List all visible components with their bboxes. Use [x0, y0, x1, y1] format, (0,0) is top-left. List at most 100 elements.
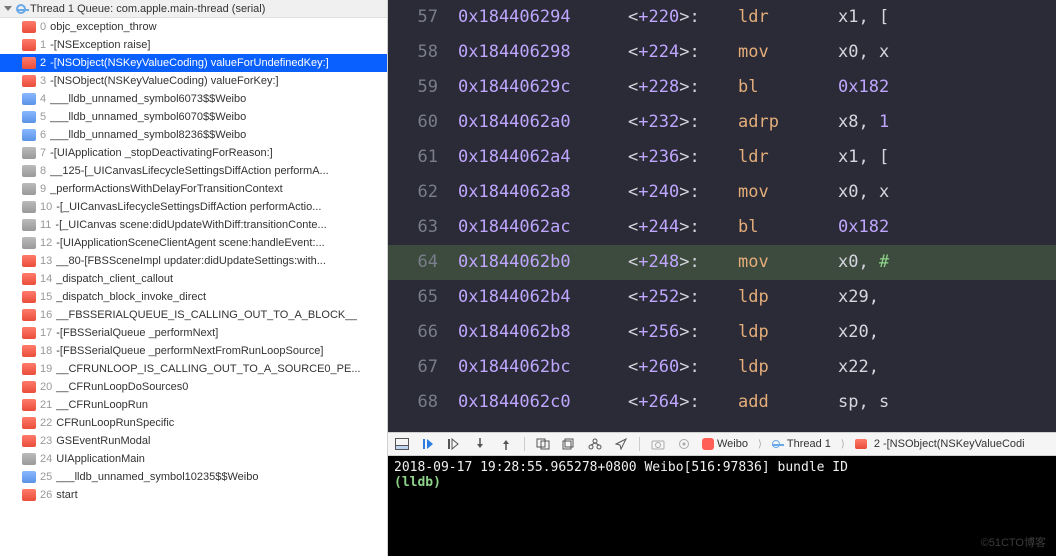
console[interactable]: 2018-09-17 19:28:55.965278+0800 Weibo[51…: [388, 456, 1056, 556]
breadcrumb-app[interactable]: Weibo: [702, 438, 748, 450]
debug-bar: Weibo ⟩ Thread 1 ⟩ 2 -[NSObject(NSKeyVal…: [388, 432, 1056, 456]
frame-label: -[FBSSerialQueue _performNext]: [56, 327, 218, 339]
frame-row[interactable]: 25 ___lldb_unnamed_symbol10235$$Weibo: [0, 468, 387, 486]
frame-row[interactable]: 19__CFRUNLOOP_IS_CALLING_OUT_TO_A_SOURCE…: [0, 360, 387, 378]
frame-label: _dispatch_client_callout: [56, 273, 173, 285]
frame-row[interactable]: 1-[NSException raise]: [0, 36, 387, 54]
frame-row[interactable]: 20__CFRunLoopDoSources0: [0, 378, 387, 396]
frame-row[interactable]: 3-[NSObject(NSKeyValueCoding) valueForKe…: [0, 72, 387, 90]
frame-label: ___lldb_unnamed_symbol10235$$Weibo: [56, 471, 258, 483]
frame-row[interactable]: 21__CFRunLoopRun: [0, 396, 387, 414]
frame-row[interactable]: 4___lldb_unnamed_symbol6073$$Weibo: [0, 90, 387, 108]
frame-row[interactable]: 15_dispatch_block_invoke_direct: [0, 288, 387, 306]
asm-row[interactable]: 660x1844062b8<+256>:ldpx20,: [388, 315, 1056, 350]
asm-instruction: mov: [738, 184, 838, 201]
hierarchy-icon[interactable]: [587, 436, 603, 452]
thread-icon: [772, 440, 780, 448]
asm-address: 0x1844062b0: [458, 254, 628, 271]
asm-offset: <+224>:: [628, 44, 738, 61]
location-icon[interactable]: [613, 436, 629, 452]
asm-offset: <+252>:: [628, 289, 738, 306]
asm-row[interactable]: 620x1844062a8<+240>:movx0, x: [388, 175, 1056, 210]
breadcrumb-frame[interactable]: 2 -[NSObject(NSKeyValueCodi: [855, 438, 1025, 450]
asm-instruction: ldp: [738, 359, 838, 376]
asm-operands: x20,: [838, 324, 879, 341]
step-over-icon[interactable]: [446, 436, 462, 452]
frame-number: 13: [40, 255, 52, 267]
frame-label: __125-[_UICanvasLifecycleSettingsDiffAct…: [50, 165, 329, 177]
frame-row[interactable]: 5___lldb_unnamed_symbol6070$$Weibo: [0, 108, 387, 126]
frame-row[interactable]: 9_performActionsWithDelayForTransitionCo…: [0, 180, 387, 198]
disassembly-view[interactable]: 570x184406294<+220>:ldrx1, [580x18440629…: [388, 0, 1056, 432]
frame-row[interactable]: 7-[UIApplication _stopDeactivatingForRea…: [0, 144, 387, 162]
right-panel: 570x184406294<+220>:ldrx1, [580x18440629…: [388, 0, 1056, 556]
frame-row[interactable]: 26start: [0, 486, 387, 504]
debug-view-icon[interactable]: [535, 436, 551, 452]
frame-row[interactable]: 11-[_UICanvas scene:didUpdateWithDiff:tr…: [0, 216, 387, 234]
asm-row[interactable]: 630x1844062ac<+244>:bl0x182: [388, 210, 1056, 245]
frame-row[interactable]: 16__FBSSERIALQUEUE_IS_CALLING_OUT_TO_A_B…: [0, 306, 387, 324]
settings-icon[interactable]: [676, 436, 692, 452]
asm-address: 0x1844062b4: [458, 289, 628, 306]
frame-tag-icon: [22, 309, 36, 321]
asm-row[interactable]: 650x1844062b4<+252>:ldpx29,: [388, 280, 1056, 315]
watermark: ©51CTO博客: [981, 534, 1046, 550]
memory-icon[interactable]: [561, 436, 577, 452]
frame-label: CFRunLoopRunSpecific: [56, 417, 174, 429]
frame-row[interactable]: 17-[FBSSerialQueue _performNext]: [0, 324, 387, 342]
asm-row[interactable]: 610x1844062a4<+236>:ldrx1, [: [388, 140, 1056, 175]
asm-operands: 0x182: [838, 79, 889, 96]
line-number: 66: [388, 324, 458, 341]
frame-row[interactable]: 18-[FBSSerialQueue _performNextFromRunLo…: [0, 342, 387, 360]
breadcrumb-thread[interactable]: Thread 1: [772, 438, 831, 450]
frame-row[interactable]: 24UIApplicationMain: [0, 450, 387, 468]
frame-number: 16: [40, 309, 52, 321]
frame-row[interactable]: 6___lldb_unnamed_symbol8236$$Weibo: [0, 126, 387, 144]
step-in-icon[interactable]: [472, 436, 488, 452]
asm-row[interactable]: 600x1844062a0<+232>:adrpx8, 1: [388, 105, 1056, 140]
line-number: 64: [388, 254, 458, 271]
asm-row[interactable]: 570x184406294<+220>:ldrx1, [: [388, 0, 1056, 35]
asm-row[interactable]: 590x18440629c<+228>:bl0x182: [388, 70, 1056, 105]
frame-row[interactable]: 14_dispatch_client_callout: [0, 270, 387, 288]
frame-tag-icon: [22, 237, 36, 249]
chevron-right-icon: ⟩: [758, 439, 762, 450]
asm-operands: sp, s: [838, 394, 889, 411]
asm-row[interactable]: 670x1844062bc<+260>:ldpx22,: [388, 350, 1056, 385]
thread-header[interactable]: Thread 1 Queue: com.apple.main-thread (s…: [0, 0, 387, 18]
frame-row[interactable]: 22CFRunLoopRunSpecific: [0, 414, 387, 432]
asm-offset: <+264>:: [628, 394, 738, 411]
frame-row[interactable]: 10-[_UICanvasLifecycleSettingsDiffAction…: [0, 198, 387, 216]
frame-label: -[NSObject(NSKeyValueCoding) valueForKey…: [50, 75, 278, 87]
continue-icon[interactable]: [420, 436, 436, 452]
asm-operands: x0, #: [838, 254, 889, 271]
line-number: 57: [388, 9, 458, 26]
frame-row[interactable]: 8__125-[_UICanvasLifecycleSettingsDiffAc…: [0, 162, 387, 180]
frame-row[interactable]: 13__80-[FBSSceneImpl updater:didUpdateSe…: [0, 252, 387, 270]
frame-row[interactable]: 2-[NSObject(NSKeyValueCoding) valueForUn…: [0, 54, 387, 72]
camera-icon[interactable]: [650, 436, 666, 452]
frame-label: -[_UICanvasLifecycleSettingsDiffAction p…: [56, 201, 321, 213]
frame-label: -[NSObject(NSKeyValueCoding) valueForUnd…: [50, 57, 329, 69]
frame-tag-icon: [22, 201, 36, 213]
disclosure-triangle-icon[interactable]: [4, 6, 12, 11]
line-number: 62: [388, 184, 458, 201]
asm-row[interactable]: 580x184406298<+224>:movx0, x: [388, 35, 1056, 70]
frame-number: 12: [40, 237, 52, 249]
asm-row[interactable]: 680x1844062c0<+264>:addsp, s: [388, 385, 1056, 420]
asm-offset: <+220>:: [628, 9, 738, 26]
toggle-pane-icon[interactable]: [394, 436, 410, 452]
line-number: 61: [388, 149, 458, 166]
frame-tag-icon: [855, 439, 867, 449]
step-out-icon[interactable]: [498, 436, 514, 452]
frame-number: 25: [40, 471, 52, 483]
frame-row[interactable]: 0objc_exception_throw: [0, 18, 387, 36]
frame-label: _performActionsWithDelayForTransitionCon…: [50, 183, 283, 195]
asm-row[interactable]: 640x1844062b0<+248>:movx0, #: [388, 245, 1056, 280]
frame-row[interactable]: 23GSEventRunModal: [0, 432, 387, 450]
separator: [639, 437, 640, 451]
asm-address: 0x1844062ac: [458, 219, 628, 236]
frame-tag-icon: [22, 57, 36, 69]
asm-address: 0x1844062b8: [458, 324, 628, 341]
frame-row[interactable]: 12-[UIApplicationSceneClientAgent scene:…: [0, 234, 387, 252]
